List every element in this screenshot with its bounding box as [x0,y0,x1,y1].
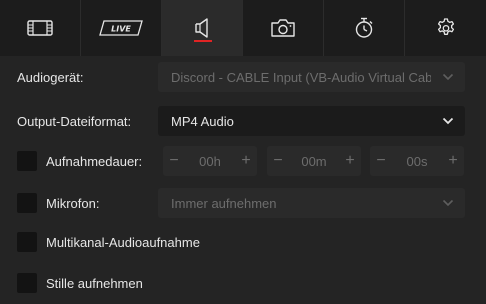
microphone-row: Mikrofon: Immer aufnehmen [0,188,486,218]
audio-device-label: Audiogerät: [17,70,84,85]
silence-label: Stille aufnehmen [46,276,143,291]
microphone-value: Immer aufnehmen [171,195,277,211]
active-tab-indicator [194,40,212,42]
tab-bar: LIVE [0,0,486,56]
minutes-value: 00m [301,153,327,169]
silence-checkbox[interactable] [17,273,37,293]
microphone-checkbox[interactable] [17,193,37,213]
seconds-plus-button[interactable]: + [442,152,464,170]
tab-screenshot[interactable] [243,0,324,56]
speaker-icon [195,18,208,38]
tab-video[interactable] [0,0,81,56]
minutes-stepper[interactable]: − 00m + [267,146,361,176]
audio-device-value: Discord - CABLE Input (VB-Audio Virtual … [171,69,431,85]
live-label: LIVE [111,25,131,34]
output-format-value: MP4 Audio [171,113,234,129]
duration-checkbox[interactable] [17,151,37,171]
output-format-select[interactable]: MP4 Audio [158,106,465,136]
multichannel-label: Multikanal-Audioaufnahme [46,235,200,250]
seconds-stepper[interactable]: − 00s + [370,146,464,176]
silence-row: Stille aufnehmen [0,273,486,295]
gear-icon [437,18,454,35]
film-icon [27,20,53,36]
live-icon: LIVE [99,20,143,36]
microphone-label: Mikrofon: [46,196,100,211]
hours-plus-button[interactable]: + [235,152,257,170]
output-format-row: Output-Dateiformat: MP4 Audio [0,106,486,136]
hours-stepper[interactable]: − 00h + [163,146,257,176]
hours-value: 00h [199,153,221,169]
output-format-label: Output-Dateiformat: [17,114,132,129]
duration-label: Aufnahmedauer: [46,154,143,169]
hours-minus-button[interactable]: − [163,152,185,170]
duration-row: Aufnahmedauer: − 00h + − 00m + − 00s + [0,146,486,176]
seconds-value: 00s [406,153,428,169]
multichannel-row: Multikanal-Audioaufnahme [0,232,486,254]
audio-device-select[interactable]: Discord - CABLE Input (VB-Audio Virtual … [158,62,465,92]
multichannel-checkbox[interactable] [17,232,37,252]
minutes-minus-button[interactable]: − [267,152,289,170]
audio-device-row: Audiogerät: Discord - CABLE Input (VB-Au… [0,62,486,92]
tab-settings[interactable] [405,0,486,56]
minutes-plus-button[interactable]: + [339,152,361,170]
tab-live[interactable]: LIVE [81,0,162,56]
camera-icon [271,19,295,37]
tab-timer[interactable] [324,0,405,56]
stopwatch-icon [355,17,373,38]
chevron-down-icon [431,199,465,207]
microphone-select[interactable]: Immer aufnehmen [158,188,465,218]
tab-audio[interactable] [162,0,243,56]
chevron-down-icon [431,117,465,125]
seconds-minus-button[interactable]: − [370,152,392,170]
chevron-down-icon [431,73,465,81]
